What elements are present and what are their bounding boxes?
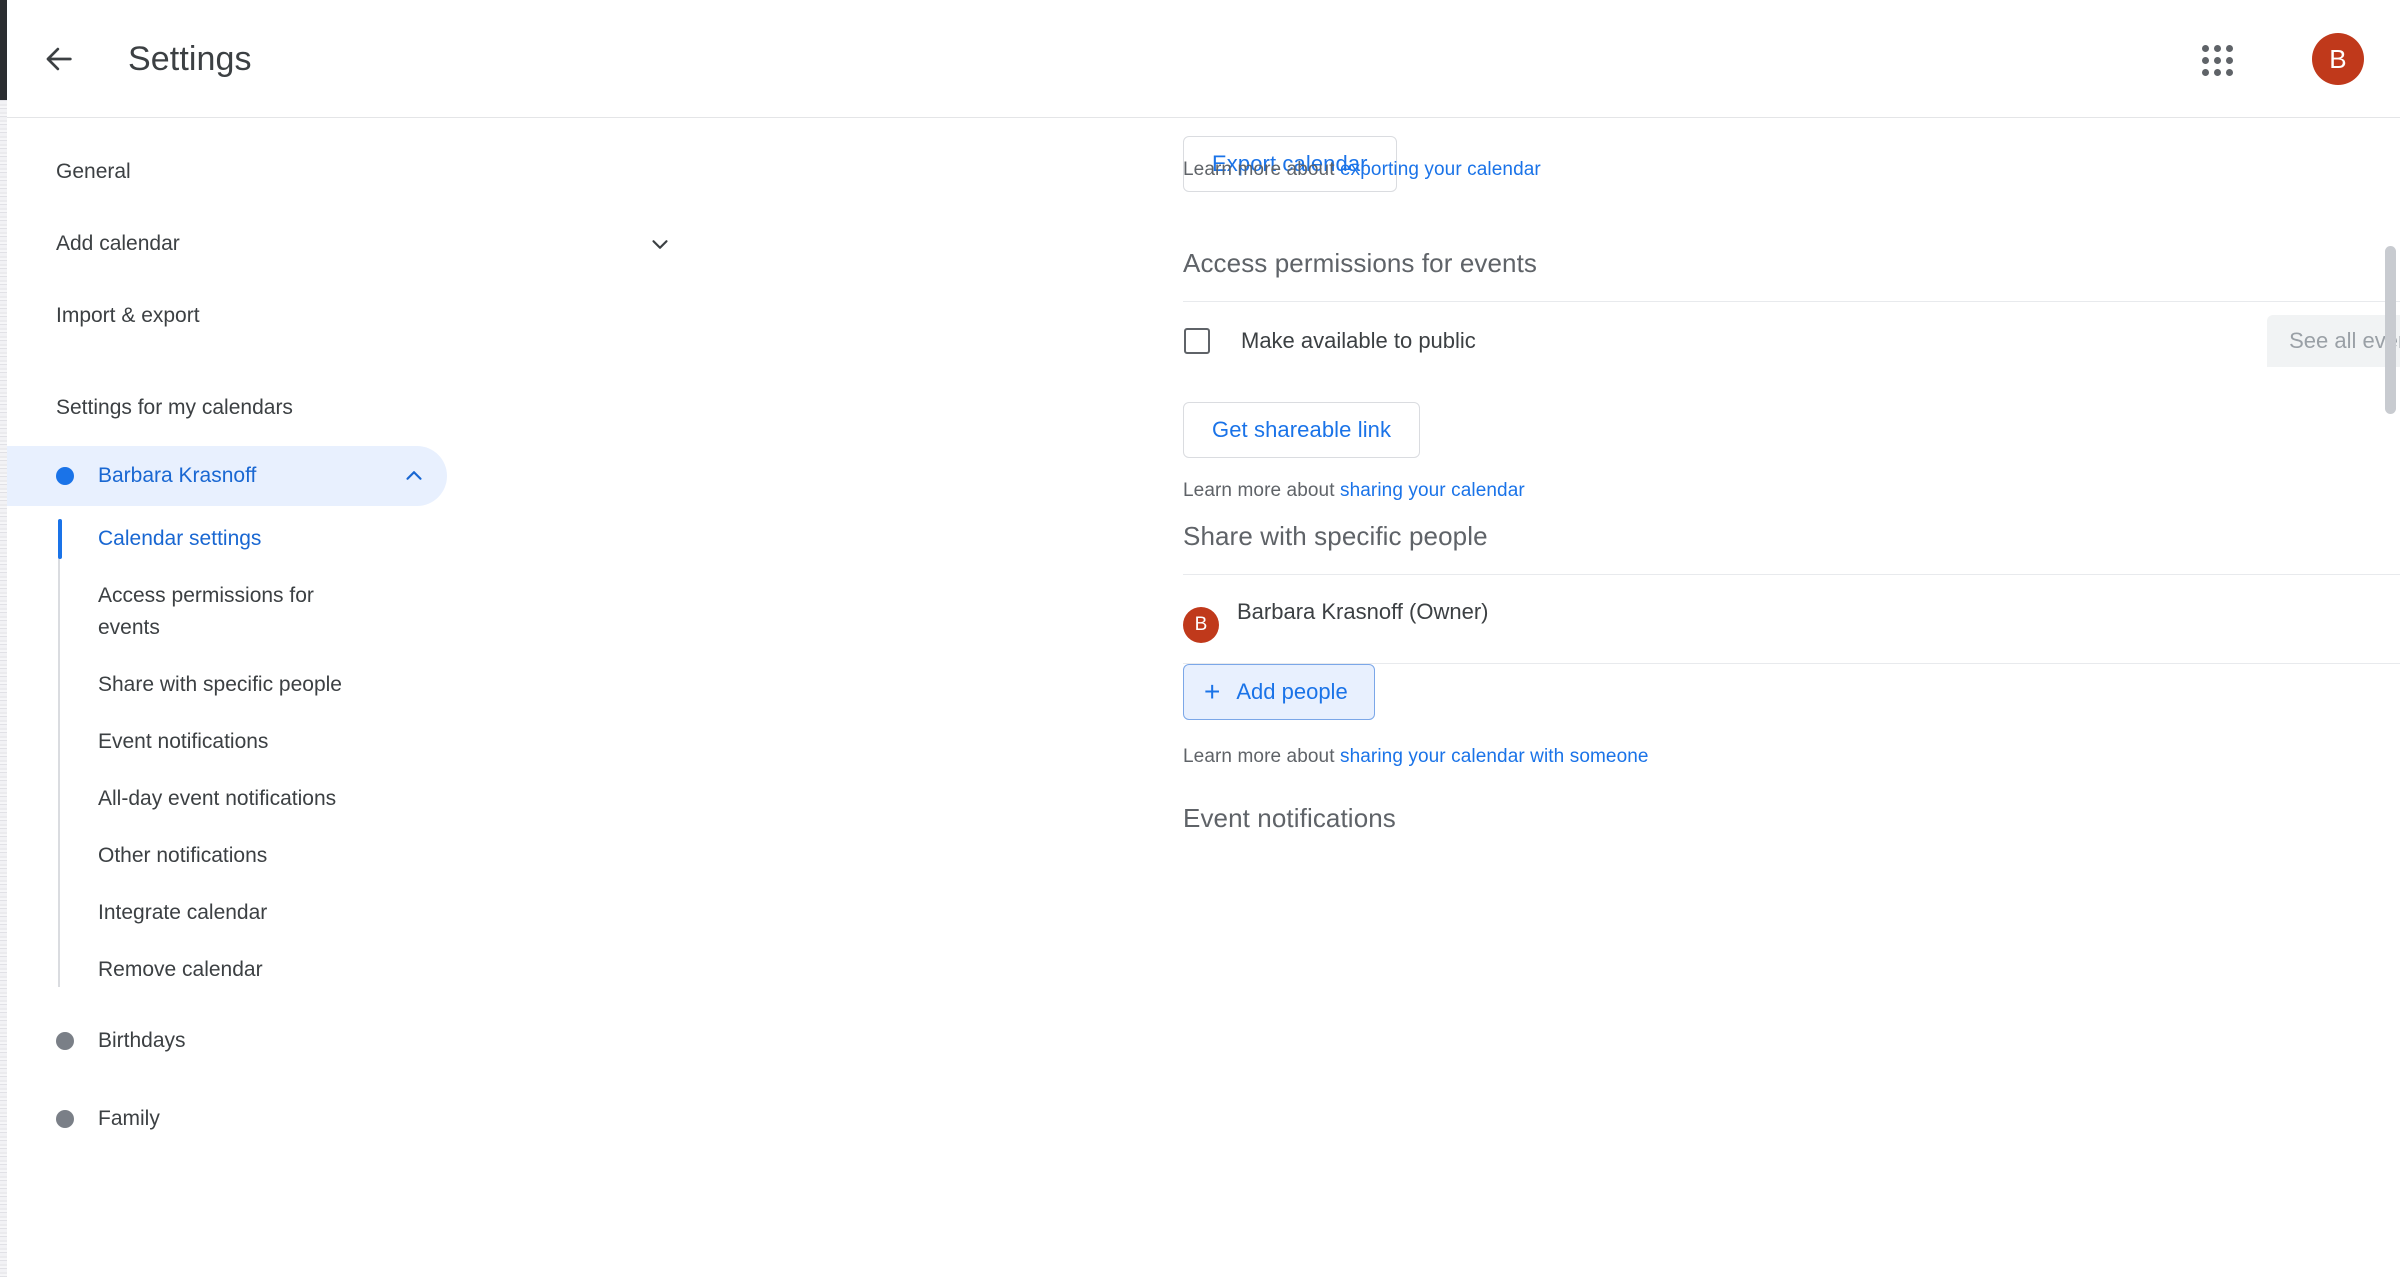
window-edge-strip-top (0, 0, 7, 100)
sidebar-calendar-barbara-krasnoff[interactable]: Barbara Krasnoff (7, 446, 447, 506)
get-shareable-link-button[interactable]: Get shareable link (1183, 402, 1421, 458)
sidebar-subitem-label: All-day event notifications (98, 787, 337, 810)
learn-more-prefix: Learn more about (1183, 746, 1340, 767)
make-public-row: Make available to public See all event d… (1183, 302, 2400, 380)
chevron-up-icon (401, 463, 427, 489)
arrow-left-icon (42, 42, 76, 76)
sidebar-subitem-event-notifications[interactable]: Event notifications (59, 719, 389, 765)
learn-more-prefix: Learn more about (1183, 480, 1340, 501)
settings-content: Export calendar Learn more about exporti… (697, 118, 2400, 1277)
calendar-name: Birthdays (98, 1029, 186, 1052)
add-people-label: Add people (1236, 679, 1348, 704)
settings-page: Settings B General Add calendar Import &… (0, 0, 2400, 1277)
calendar-color-dot (56, 1110, 74, 1128)
back-button[interactable] (36, 36, 82, 82)
account-avatar[interactable]: B (2312, 33, 2364, 85)
learn-more-prefix: Learn more about (1183, 159, 1340, 180)
access-permissions-heading: Access permissions for events (1183, 248, 2400, 302)
sidebar-calendar-family[interactable]: Family (7, 1089, 697, 1149)
sidebar-item-general[interactable]: General (7, 148, 697, 196)
exporting-your-calendar-link[interactable]: exporting your calendar (1340, 159, 1541, 180)
make-available-to-public-checkbox[interactable] (1184, 328, 1210, 354)
share-person-row[interactable]: B Barbara Krasnoff (Owner) (1183, 575, 2400, 664)
event-visibility-select[interactable]: See all event details (2267, 315, 2400, 367)
calendar-color-dot (56, 1032, 74, 1050)
add-people-button[interactable]: + Add people (1183, 664, 1375, 720)
sharing-your-calendar-link[interactable]: sharing your calendar (1340, 480, 1525, 501)
calendar-name: Family (98, 1107, 160, 1130)
avatar: B (1183, 607, 1219, 643)
sharing-with-someone-link[interactable]: sharing your calendar with someone (1340, 746, 1649, 767)
sidebar-subitem-label: Access permissions for events (98, 584, 314, 639)
event-notifications-section: Event notifications (1183, 803, 2400, 834)
calendar-subnav: Calendar settings Access permissions for… (7, 516, 697, 993)
share-with-specific-people-section: Share with specific people B Barbara Kra… (1183, 521, 2400, 664)
sidebar-subitem-label: Other notifications (98, 844, 268, 867)
sidebar-item-label: General (56, 160, 131, 183)
sidebar-item-add-calendar[interactable]: Add calendar (7, 220, 697, 268)
sidebar-item-label: Add calendar (56, 232, 180, 255)
chevron-down-icon (647, 231, 673, 257)
share-people-heading: Share with specific people (1183, 521, 2400, 575)
sidebar-subitem-label: Event notifications (98, 730, 269, 753)
sidebar-subitem-label: Remove calendar (98, 958, 263, 981)
sidebar-subitem-remove-calendar[interactable]: Remove calendar (59, 947, 389, 993)
sidebar-subitem-label: Calendar settings (98, 527, 262, 550)
share-someone-learn-more: Learn more about sharing your calendar w… (1183, 746, 1649, 768)
sidebar-subitem-calendar-settings[interactable]: Calendar settings (58, 516, 389, 562)
page-title: Settings (128, 40, 252, 78)
sidebar-section-title: Settings for my calendars (56, 396, 293, 419)
apps-grid-icon[interactable] (2197, 40, 2237, 80)
sharing-learn-more: Learn more about sharing your calendar (1183, 480, 1525, 502)
sidebar-subitem-all-day-event-notifications[interactable]: All-day event notifications (59, 776, 389, 822)
sidebar-subitem-label: Integrate calendar (98, 901, 268, 924)
event-notifications-heading: Event notifications (1183, 803, 1396, 833)
sidebar-subitem-integrate-calendar[interactable]: Integrate calendar (59, 890, 389, 936)
share-person-meta: Barbara Krasnoff (Owner) (1237, 597, 1488, 627)
vertical-scrollbar-thumb[interactable] (2385, 246, 2396, 414)
sidebar-subitem-other-notifications[interactable]: Other notifications (59, 833, 389, 879)
window-edge-strip (0, 0, 7, 1277)
settings-sidebar: General Add calendar Import & export Set… (7, 118, 697, 1277)
calendar-name: Barbara Krasnoff (98, 464, 257, 487)
sidebar-subitem-access-permissions[interactable]: Access permissions for events (59, 573, 389, 651)
sidebar-subitem-label: Share with specific people (98, 673, 342, 696)
make-available-to-public-label: Make available to public (1241, 328, 1476, 353)
sidebar-item-import-export[interactable]: Import & export (7, 292, 697, 340)
export-learn-more: Learn more about exporting your calendar (1183, 159, 1541, 181)
app-header: Settings B (0, 0, 2400, 118)
calendar-color-dot (56, 467, 74, 485)
sidebar-subitem-share-with-specific-people[interactable]: Share with specific people (59, 662, 389, 708)
sidebar-item-label: Import & export (56, 304, 200, 327)
access-permissions-section: Access permissions for events Make avail… (1183, 248, 2400, 380)
share-person-name: Barbara Krasnoff (Owner) (1237, 599, 1489, 624)
sidebar-calendar-birthdays[interactable]: Birthdays (7, 1011, 697, 1071)
plus-icon: + (1204, 676, 1221, 707)
